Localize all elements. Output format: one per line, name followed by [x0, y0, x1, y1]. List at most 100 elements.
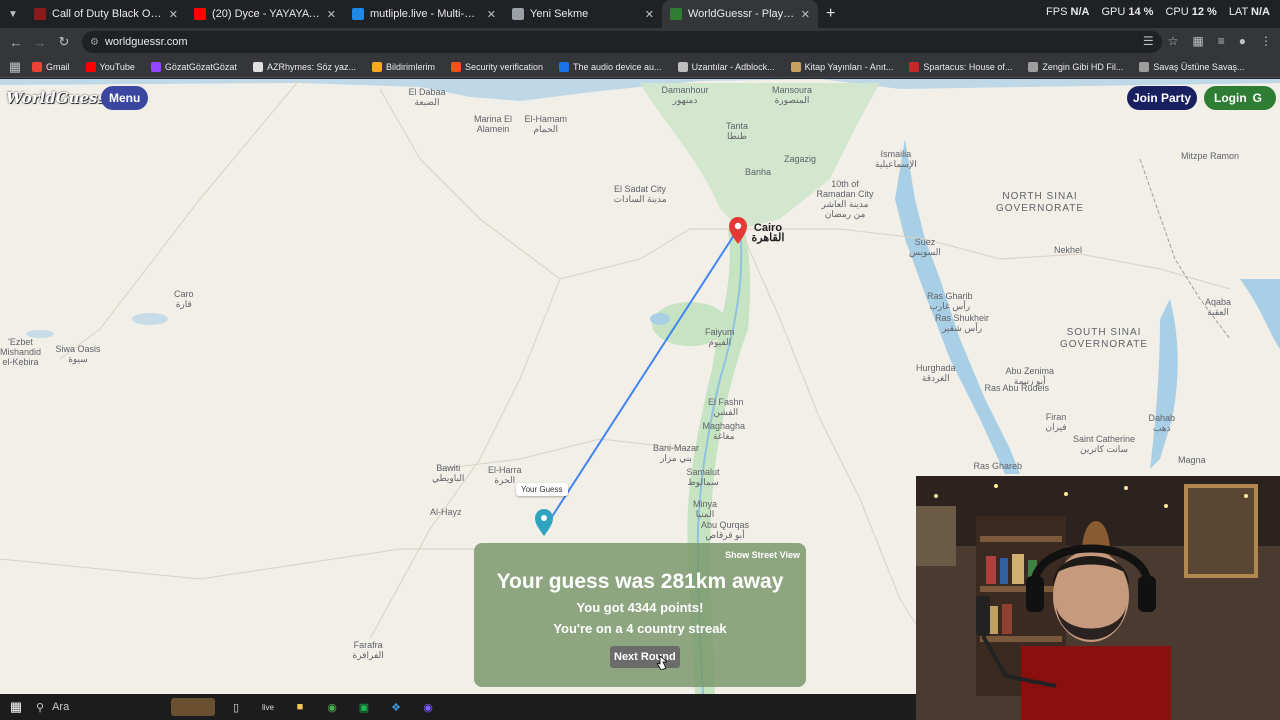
- bookmark-item[interactable]: The audio device au...: [559, 61, 662, 72]
- bookmark-label: Uzantılar - Adblock...: [691, 61, 775, 72]
- bookmark-item[interactable]: Spartacus: House of...: [909, 61, 1012, 72]
- map-place-label: Bawiti الباويطي: [432, 463, 465, 483]
- bookmark-item[interactable]: Gmail: [32, 61, 70, 72]
- bookmark-label: Gmail: [46, 61, 70, 72]
- bookmark-item[interactable]: Savaş Üstüne Savaş...: [1139, 61, 1245, 72]
- bookmark-favicon-icon: [1028, 61, 1039, 72]
- bookmark-item[interactable]: Security verification: [450, 61, 543, 72]
- map-place-label: Dahab دهب: [1148, 413, 1176, 433]
- bookmark-favicon-icon: [252, 61, 263, 72]
- your-guess-tooltip: Your Guess: [516, 483, 568, 496]
- worldguessr-logo[interactable]: WorldGuessr: [6, 89, 114, 107]
- discord-icon[interactable]: ◉: [417, 698, 439, 716]
- map-place-label: Faiyum الفيوم: [705, 327, 735, 347]
- fps-label: FPS: [1046, 6, 1068, 18]
- map-place-label: El Dabaa الضبعة: [408, 87, 446, 107]
- bookmark-favicon-icon: [909, 61, 920, 72]
- toolbar-actions: ☰ ☆ ▦ ≡ ● ⋮: [1143, 34, 1272, 48]
- map-place-label: Zagazig: [784, 154, 817, 164]
- profile-avatar-icon[interactable]: ●: [1239, 34, 1246, 48]
- tab-title: (20) Dyce - YAYAYA - YouTube: [212, 8, 321, 20]
- webcam-overlay: [916, 476, 1280, 720]
- lat-label: LAT: [1228, 6, 1248, 18]
- bookmarks-bar: ▦ Gmail YouTube GözatGözatGözat AZRhymes: S…: [0, 56, 1280, 78]
- site-info-icon[interactable]: ⚙: [90, 37, 99, 48]
- bookmark-item[interactable]: Uzantılar - Adblock...: [677, 61, 775, 72]
- tab-title: mutliple.live - Multi-Stream Da: [370, 8, 481, 20]
- map-place-label: Mitzpe Ramon: [1181, 151, 1240, 161]
- tab-title: Yeni Sekme: [530, 8, 589, 20]
- bookmark-label: Kitap Yayınları - Anıt...: [804, 61, 894, 72]
- menu-button[interactable]: Menu: [101, 86, 149, 110]
- live-app-icon[interactable]: live: [257, 698, 279, 716]
- bookmark-item[interactable]: Kitap Yayınları - Anıt...: [790, 61, 894, 72]
- map-place-label: Damanhour دمنهور: [661, 85, 709, 105]
- map-place-label: Caro قارة: [174, 289, 194, 309]
- taskbar-search[interactable]: ⚲ Ara: [36, 701, 166, 714]
- address-bar-row: ← → ↻ ⚙ worldguessr.com ☰ ☆ ▦ ≡ ● ⋮: [0, 28, 1280, 56]
- bookmark-favicon-icon: [32, 61, 42, 72]
- windows-taskbar: ▦ ⚲ Ara ▯ live ■ ◉ ▣ ❖ ◉: [0, 694, 916, 720]
- windows-start-icon[interactable]: ▦: [5, 698, 27, 716]
- tab-close-icon[interactable]: ✕: [487, 8, 496, 21]
- taskbar-search-placeholder: Ara: [52, 701, 70, 713]
- vscode-icon[interactable]: ❖: [385, 698, 407, 716]
- bookmark-item[interactable]: AZRhymes: Söz yaz...: [252, 61, 356, 72]
- guess-location-pin: [535, 509, 553, 536]
- browser-tab[interactable]: mutliple.live - Multi-Stream Da ✕: [344, 0, 504, 28]
- tab-close-icon[interactable]: ✕: [645, 8, 654, 21]
- map-place-label: Magna: [1178, 455, 1206, 465]
- apps-grid-icon[interactable]: ▦: [6, 59, 24, 75]
- bookmark-label: AZRhymes: Söz yaz...: [266, 61, 356, 72]
- bookmark-item[interactable]: Bildirimlerim: [371, 61, 435, 72]
- bookmark-label: GözatGözatGözat: [164, 61, 237, 72]
- media-controls-icon[interactable]: ≡: [1218, 34, 1225, 48]
- tab-close-icon[interactable]: ✕: [327, 8, 336, 21]
- file-explorer-icon[interactable]: ■: [289, 698, 311, 716]
- task-view-icon[interactable]: ▯: [225, 698, 247, 716]
- browser-menu-icon[interactable]: ⋮: [1260, 34, 1272, 48]
- login-label: Login: [1214, 91, 1247, 105]
- bookmark-item[interactable]: YouTube: [85, 61, 135, 72]
- tab-close-icon[interactable]: ✕: [801, 8, 810, 21]
- map-place-label: SOUTH SINAI GOVERNORATE: [1060, 327, 1149, 350]
- map-place-label: Ras Ghareb: [973, 461, 1023, 471]
- gpu-label: GPU: [1101, 6, 1126, 18]
- bookmark-favicon-icon: [790, 61, 801, 72]
- url-text: worldguessr.com: [104, 36, 188, 48]
- map-place-label: Mansoura المنصورة: [772, 85, 813, 105]
- translate-icon[interactable]: ☰: [1143, 34, 1154, 48]
- new-tab-button[interactable]: +: [826, 5, 835, 23]
- next-round-button[interactable]: Next Round: [610, 646, 680, 668]
- bookmark-label: Savaş Üstüne Savaş...: [1153, 61, 1245, 72]
- bookmark-item[interactable]: GözatGözatGözat: [150, 61, 237, 72]
- join-party-button[interactable]: Join Party: [1127, 86, 1198, 110]
- forward-arrow-icon[interactable]: →: [28, 35, 52, 50]
- browser-tab[interactable]: Yeni Sekme ✕: [504, 0, 662, 28]
- browser-tab[interactable]: Call of Duty Black Ops 1 İndir - ✕: [26, 0, 186, 28]
- chrome-icon[interactable]: ◉: [321, 698, 343, 716]
- bookmark-item[interactable]: Zengin Gibi HD Fil...: [1028, 61, 1123, 72]
- map-place-label: Nekhel: [1054, 245, 1083, 255]
- browser-tab[interactable]: WorldGuessr - Play Geoguessr ✕: [662, 0, 818, 28]
- map-place-label: Maghagha مغاغة: [702, 421, 746, 441]
- streamer-webcam-image: [916, 476, 1280, 720]
- url-input[interactable]: ⚙ worldguessr.com: [82, 31, 1162, 53]
- show-street-view-button[interactable]: Show Street View: [725, 550, 800, 560]
- bookmark-label: YouTube: [99, 61, 135, 72]
- extensions-icon[interactable]: ▦: [1192, 34, 1203, 48]
- bookmark-star-icon[interactable]: ☆: [1168, 34, 1179, 48]
- spotify-like-app-icon[interactable]: ▣: [353, 698, 375, 716]
- search-icon: ⚲: [36, 701, 45, 714]
- browser-tab[interactable]: (20) Dyce - YAYAYA - YouTube ✕: [186, 0, 344, 28]
- login-button[interactable]: Login G: [1204, 86, 1276, 110]
- tab-search-icon[interactable]: ▼: [0, 0, 26, 28]
- tab-close-icon[interactable]: ✕: [169, 8, 178, 21]
- reload-icon[interactable]: ↻: [52, 34, 76, 50]
- map-place-label: Samalut سمالوط: [686, 467, 720, 487]
- weather-widget-icon[interactable]: [171, 698, 215, 716]
- mouse-pointer-icon: [657, 656, 667, 670]
- map-place-label: Hurghada الغردقة: [916, 363, 956, 383]
- back-arrow-icon[interactable]: ←: [4, 35, 28, 50]
- cpu-label: CPU: [1165, 6, 1189, 18]
